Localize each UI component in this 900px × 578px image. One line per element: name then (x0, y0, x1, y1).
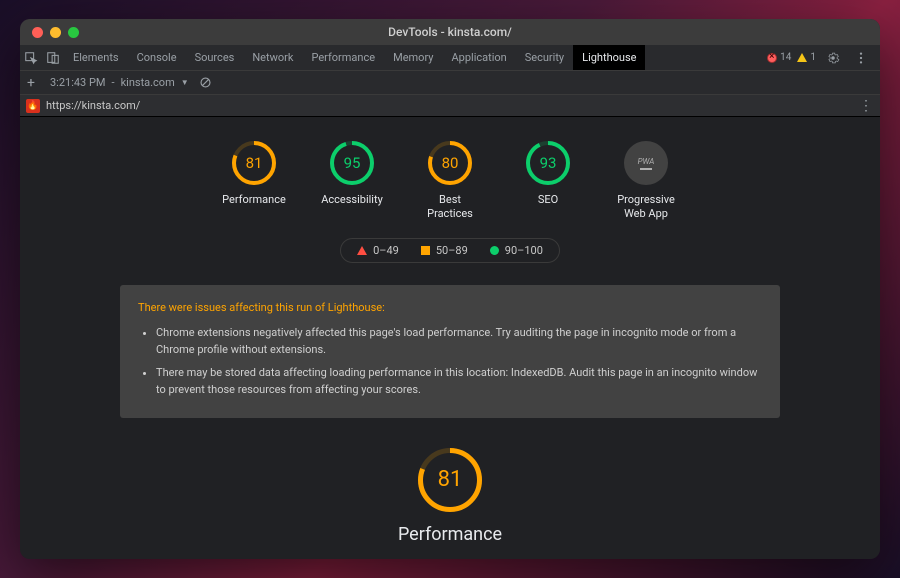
pwa-text: PWA (638, 157, 655, 166)
report-menu-icon[interactable]: ⋮ (851, 98, 880, 114)
maximize-window-button[interactable] (68, 27, 79, 38)
score-label: Accessibility (321, 193, 383, 207)
url-text: https://kinsta.com/ (46, 99, 140, 112)
gauge-pwa[interactable]: PWA Progressive Web App (611, 141, 681, 222)
gauge-seo[interactable]: 93 SEO (513, 141, 583, 222)
score-gauges: 81 Performance 95 Accessibility 80 Best … (219, 141, 681, 222)
panel-tabs: ElementsConsoleSourcesNetworkPerformance… (64, 45, 645, 70)
warning-item: Chrome extensions negatively affected th… (156, 324, 762, 358)
panel-tab-performance[interactable]: Performance (302, 45, 384, 70)
legend-item: 0–49 (357, 244, 399, 257)
panel-tab-console[interactable]: Console (128, 45, 186, 70)
traffic-lights (20, 27, 79, 38)
warnings-box: There were issues affecting this run of … (120, 285, 780, 418)
devtools-window: DevTools - kinsta.com/ ElementsConsoleSo… (20, 19, 880, 559)
square-icon (421, 246, 430, 255)
category-gauge-performance: 81 Performance (398, 448, 502, 545)
report-timestamp: 3:21:43 PM (50, 76, 106, 89)
warnings-title: There were issues affecting this run of … (138, 299, 762, 316)
gauge-performance[interactable]: 81 Performance (219, 141, 289, 222)
score-value: 95 (330, 141, 374, 185)
score-ring: 81 (232, 141, 276, 185)
score-ring: 95 (330, 141, 374, 185)
titlebar: DevTools - kinsta.com/ (20, 19, 880, 45)
error-icon (767, 53, 777, 63)
panel-tab-elements[interactable]: Elements (64, 45, 128, 70)
window-title: DevTools - kinsta.com/ (20, 25, 880, 39)
panel-tab-application[interactable]: Application (442, 45, 515, 70)
circle-icon (490, 246, 499, 255)
big-score-label: Performance (398, 524, 502, 545)
chevron-down-icon: ▼ (181, 78, 189, 87)
score-value: 80 (428, 141, 472, 185)
inspect-element-icon[interactable] (20, 51, 42, 65)
legend-range: 90–100 (505, 244, 543, 257)
score-value: 93 (526, 141, 570, 185)
pwa-ring: PWA (624, 141, 668, 185)
panel-tab-memory[interactable]: Memory (384, 45, 442, 70)
more-icon[interactable] (850, 51, 872, 65)
warning-icon (797, 53, 807, 62)
report-site: kinsta.com (121, 76, 175, 89)
url-bar: 🔥 https://kinsta.com/ ⋮ (20, 95, 880, 117)
score-value: 81 (232, 141, 276, 185)
lighthouse-toolbar: + 3:21:43 PM - kinsta.com ▼ (20, 71, 880, 95)
panel-tab-lighthouse[interactable]: Lighthouse (573, 45, 645, 70)
clear-icon[interactable] (197, 74, 215, 92)
score-ring: 80 (428, 141, 472, 185)
warnings-list: Chrome extensions negatively affected th… (138, 324, 762, 398)
report-content: 81 Performance 95 Accessibility 80 Best … (20, 117, 880, 559)
close-window-button[interactable] (32, 27, 43, 38)
settings-icon[interactable] (822, 51, 844, 65)
score-ring: 93 (526, 141, 570, 185)
minimize-window-button[interactable] (50, 27, 61, 38)
legend-range: 0–49 (373, 244, 399, 257)
new-report-button[interactable]: + (20, 75, 42, 91)
triangle-icon (357, 246, 367, 255)
legend-item: 50–89 (421, 244, 468, 257)
panel-toolbar: ElementsConsoleSourcesNetworkPerformance… (20, 45, 880, 71)
panel-tab-network[interactable]: Network (243, 45, 302, 70)
legend-item: 90–100 (490, 244, 543, 257)
panel-tab-security[interactable]: Security (516, 45, 573, 70)
score-label: Performance (222, 193, 286, 207)
warn-count: 1 (810, 52, 816, 63)
score-label: SEO (538, 193, 558, 207)
site-favicon: 🔥 (26, 99, 40, 113)
gauge-accessibility[interactable]: 95 Accessibility (317, 141, 387, 222)
device-toolbar-icon[interactable] (42, 51, 64, 65)
panel-tab-sources[interactable]: Sources (186, 45, 244, 70)
gauge-best-practices[interactable]: 80 Best Practices (415, 141, 485, 222)
big-score-ring: 81 (418, 448, 482, 512)
error-count: 14 (780, 52, 791, 63)
score-legend: 0–49 50–89 90–100 (340, 238, 560, 263)
errors-badge[interactable]: 14 (767, 52, 791, 63)
warnings-badge[interactable]: 1 (797, 52, 816, 63)
score-label: Progressive Web App (617, 193, 675, 222)
big-score-value: 81 (418, 448, 482, 512)
score-label: Best Practices (427, 193, 473, 222)
legend-range: 50–89 (436, 244, 468, 257)
warning-item: There may be stored data affecting loadi… (156, 364, 762, 398)
report-history-item[interactable]: 3:21:43 PM - kinsta.com ▼ (42, 76, 197, 89)
